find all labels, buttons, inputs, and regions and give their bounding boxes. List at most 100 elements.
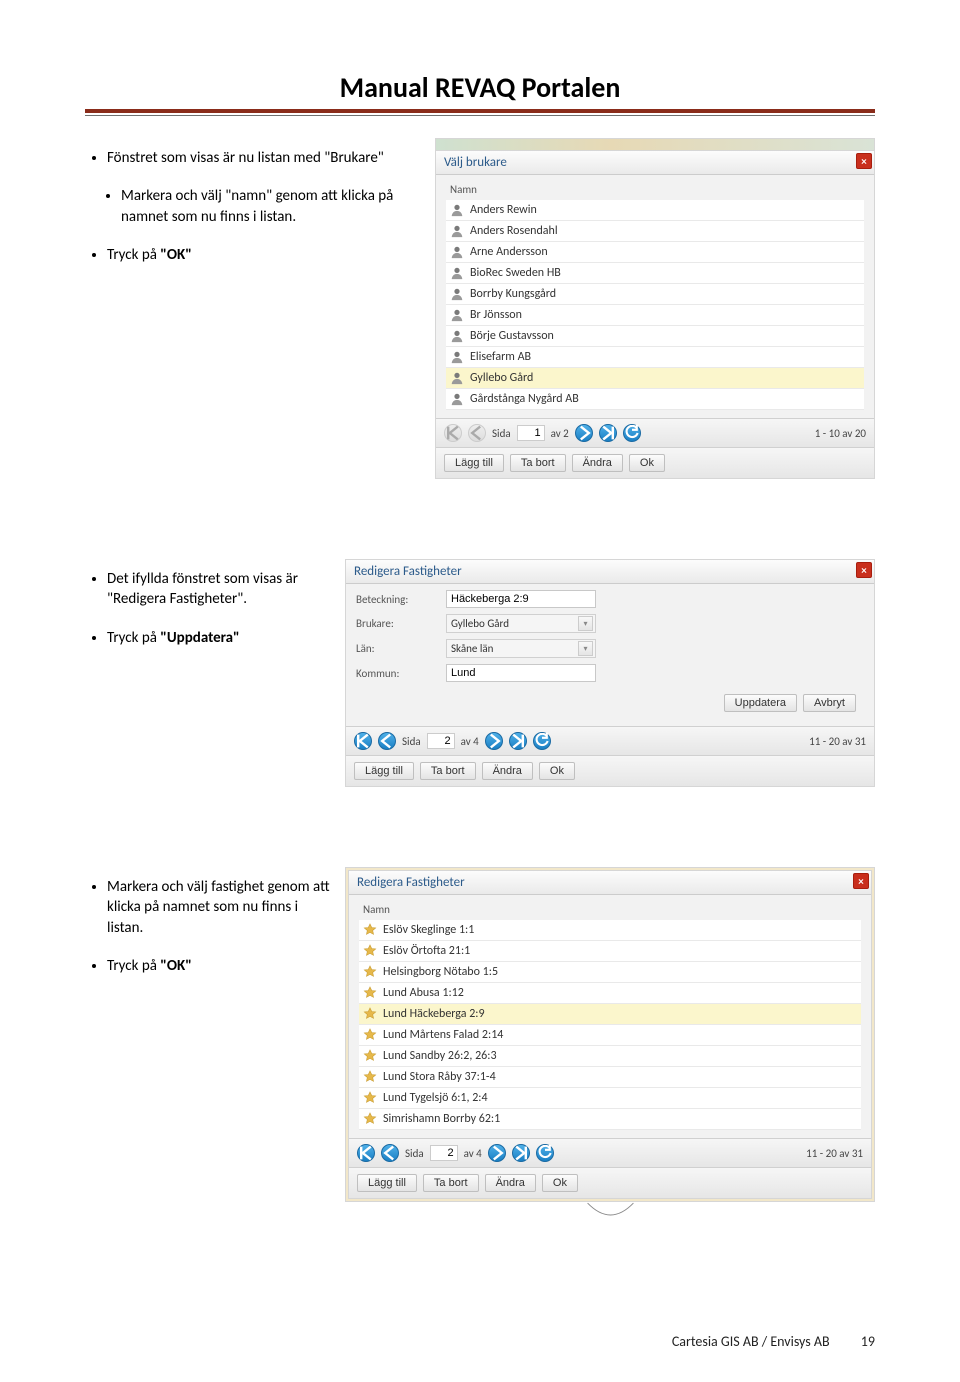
last-page-icon[interactable] — [512, 1144, 530, 1162]
list-item-label: Borrby Kungsgård — [470, 287, 860, 301]
edit-button[interactable]: Ändra — [572, 454, 623, 472]
close-icon[interactable]: × — [856, 562, 872, 578]
bullet-item: Tryck på "OK" — [107, 245, 427, 265]
list-item[interactable]: Lund Mårtens Falad 2:14 — [359, 1025, 861, 1046]
button-row: Lägg till Ta bort Ändra Ok — [349, 1167, 871, 1198]
person-icon — [450, 287, 464, 301]
first-page-icon[interactable] — [354, 732, 372, 750]
list-item[interactable]: Gyllebo Gård — [446, 368, 864, 389]
remove-button[interactable]: Ta bort — [423, 1174, 479, 1192]
person-icon — [450, 266, 464, 280]
add-button[interactable]: Lägg till — [354, 762, 414, 780]
list-item[interactable]: Gårdstånga Nygård AB — [446, 389, 864, 410]
column-header-namn: Namn — [359, 901, 861, 920]
pager-label-av: av 2 — [551, 427, 569, 440]
list-item-label: Br Jönsson — [470, 308, 860, 322]
person-icon — [450, 224, 464, 238]
person-icon — [450, 308, 464, 322]
pager-label-sida: Sida — [405, 1147, 424, 1160]
refresh-icon[interactable] — [533, 732, 551, 750]
list-item[interactable]: Simrishamn Borrby 62:1 — [359, 1109, 861, 1130]
list-item[interactable]: Anders Rewin — [446, 200, 864, 221]
column-header-namn: Namn — [446, 181, 864, 200]
update-button[interactable]: Uppdatera — [724, 694, 797, 712]
ok-button[interactable]: Ok — [542, 1174, 578, 1192]
pager: Sida av 2 1 - 10 av 20 — [436, 418, 874, 447]
list-item-label: Simrishamn Borrby 62:1 — [383, 1112, 857, 1126]
next-page-icon[interactable] — [575, 424, 593, 442]
person-icon — [450, 203, 464, 217]
star-icon — [363, 1112, 377, 1126]
list-item[interactable]: Borrby Kungsgård — [446, 284, 864, 305]
list-item[interactable]: Lund Tygelsjö 6:1, 2:4 — [359, 1088, 861, 1109]
list-item-label: Arne Andersson — [470, 245, 860, 259]
list-item[interactable]: Anders Rosendahl — [446, 221, 864, 242]
prev-page-icon[interactable] — [381, 1144, 399, 1162]
lan-readonly: Skåne län ▾ — [446, 639, 596, 658]
list-item[interactable]: BioRec Sweden HB — [446, 263, 864, 284]
first-page-icon[interactable] — [357, 1144, 375, 1162]
last-page-icon[interactable] — [599, 424, 617, 442]
ok-button[interactable]: Ok — [539, 762, 575, 780]
pager-info: 1 - 10 av 20 — [815, 427, 866, 440]
panel-title: Välj brukare — [436, 151, 874, 175]
bullet-item: Fönstret som visas är nu listan med "Bru… — [107, 148, 427, 168]
star-icon — [363, 1070, 377, 1084]
close-icon[interactable]: × — [856, 153, 872, 169]
remove-button[interactable]: Ta bort — [420, 762, 476, 780]
bullet-item: Markera och välj fastighet genom att kli… — [107, 877, 337, 938]
list-item[interactable]: Lund Häckeberga 2:9 — [359, 1004, 861, 1025]
prev-page-icon[interactable] — [378, 732, 396, 750]
pager-page-input[interactable] — [430, 1145, 458, 1161]
footer-text: Cartesia GIS AB / Envisys AB — [672, 1333, 830, 1350]
kommun-field[interactable] — [446, 664, 596, 682]
last-page-icon[interactable] — [509, 732, 527, 750]
pager-page-input[interactable] — [517, 425, 545, 441]
list-item[interactable]: Eslöv Skeglinge 1:1 — [359, 920, 861, 941]
prev-page-icon[interactable] — [468, 424, 486, 442]
list-item[interactable]: Helsingborg Nötabo 1:5 — [359, 962, 861, 983]
list-item[interactable]: Eslöv Örtofta 21:1 — [359, 941, 861, 962]
label-lan: Län: — [356, 642, 446, 655]
first-page-icon[interactable] — [444, 424, 462, 442]
close-icon[interactable]: × — [853, 873, 869, 889]
beteckning-field[interactable] — [446, 590, 596, 608]
list-item[interactable]: Br Jönsson — [446, 305, 864, 326]
map-sliver — [435, 138, 875, 150]
edit-button[interactable]: Ändra — [485, 1174, 536, 1192]
pager: Sida av 4 11 - 20 av 31 — [349, 1138, 871, 1167]
list-item[interactable]: Börje Gustavsson — [446, 326, 864, 347]
panel-valj-brukare: × Välj brukare Namn Anders RewinAnders R… — [435, 150, 875, 479]
list-item-label: Eslöv Örtofta 21:1 — [383, 944, 857, 958]
list-item-label: Helsingborg Nötabo 1:5 — [383, 965, 857, 979]
list-item-label: Börje Gustavsson — [470, 329, 860, 343]
star-icon — [363, 923, 377, 937]
star-icon — [363, 944, 377, 958]
list-item[interactable]: Arne Andersson — [446, 242, 864, 263]
list-item[interactable]: Lund Stora Råby 37:1-4 — [359, 1067, 861, 1088]
callout-tail — [583, 1200, 638, 1230]
ok-button[interactable]: Ok — [629, 454, 665, 472]
refresh-icon[interactable] — [623, 424, 641, 442]
bullet-item: Tryck på "OK" — [107, 956, 337, 976]
add-button[interactable]: Lägg till — [444, 454, 504, 472]
edit-button[interactable]: Ändra — [482, 762, 533, 780]
refresh-icon[interactable] — [536, 1144, 554, 1162]
list-item[interactable]: Lund Sandby 26:2, 26:3 — [359, 1046, 861, 1067]
page-title: Manual REVAQ Portalen — [85, 70, 875, 105]
label-kommun: Kommun: — [356, 667, 446, 680]
pager-info: 11 - 20 av 31 — [809, 735, 866, 748]
cancel-button[interactable]: Avbryt — [803, 694, 856, 712]
pager-page-input[interactable] — [427, 733, 455, 749]
add-button[interactable]: Lägg till — [357, 1174, 417, 1192]
list-item[interactable]: Lund Abusa 1:12 — [359, 983, 861, 1004]
list-item[interactable]: Elisefarm AB — [446, 347, 864, 368]
list-item-label: Lund Mårtens Falad 2:14 — [383, 1028, 857, 1042]
remove-button[interactable]: Ta bort — [510, 454, 566, 472]
next-page-icon[interactable] — [488, 1144, 506, 1162]
label-beteckning: Beteckning: — [356, 593, 446, 606]
next-page-icon[interactable] — [485, 732, 503, 750]
bullet-item: Tryck på "Uppdatera" — [107, 628, 337, 648]
star-icon — [363, 986, 377, 1000]
list-item-label: Elisefarm AB — [470, 350, 860, 364]
